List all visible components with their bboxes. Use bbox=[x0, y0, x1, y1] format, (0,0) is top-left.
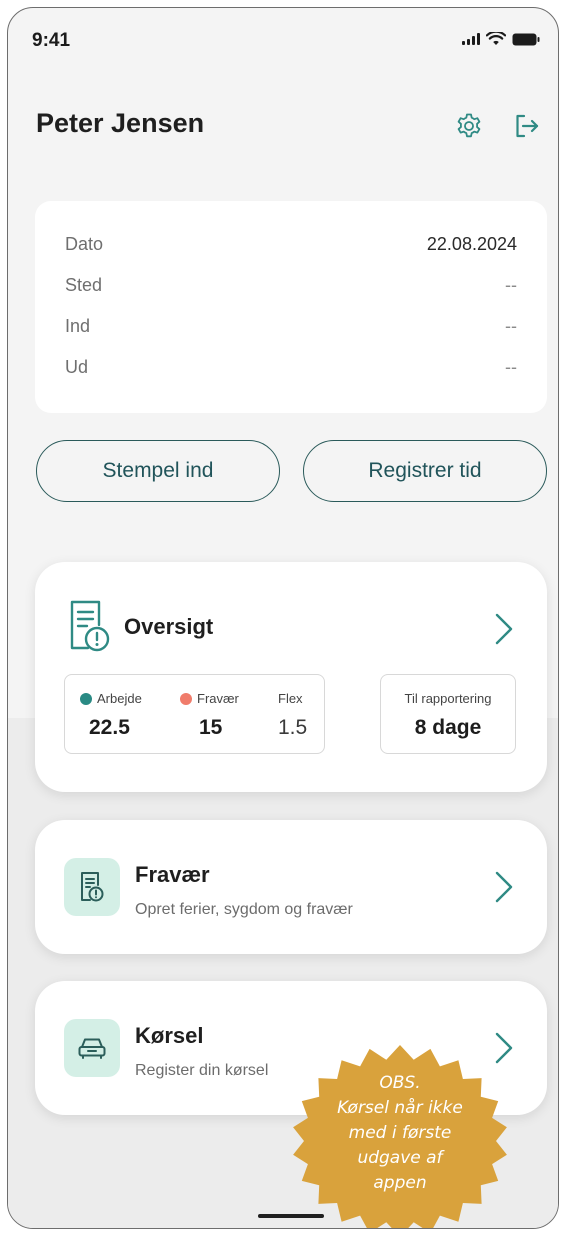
info-row-in: Ind -- bbox=[65, 316, 517, 337]
work-label-text: Arbejde bbox=[97, 691, 142, 706]
flex-label: Flex bbox=[278, 691, 303, 706]
document-alert-icon bbox=[81, 872, 104, 902]
notice-line: Kørsel når ikke bbox=[337, 1098, 463, 1118]
absence-title: Fravær bbox=[135, 862, 210, 887]
reporting-label: Til rapportering bbox=[404, 691, 492, 706]
driving-subtitle: Register din kørsel bbox=[135, 1062, 269, 1079]
status-bar: 9:41 bbox=[8, 8, 558, 68]
clock-in-button[interactable]: Stempel ind bbox=[36, 440, 280, 502]
gear-icon[interactable] bbox=[455, 112, 483, 140]
info-label: Ud bbox=[65, 357, 89, 377]
overview-card[interactable]: Oversigt Arbejde 22.5 Fravær 15 Flex 1.5… bbox=[35, 562, 547, 792]
phone-frame: 9:41 Peter Jensen Dato 22.08.2024 Sted -… bbox=[7, 7, 559, 1229]
notice-line: udgave af bbox=[357, 1148, 443, 1168]
info-row-date: Dato 22.08.2024 bbox=[65, 234, 517, 255]
absence-value: 15 bbox=[199, 716, 223, 739]
logout-icon[interactable] bbox=[513, 112, 541, 140]
battery-icon bbox=[512, 33, 540, 45]
wifi-icon bbox=[486, 32, 506, 45]
info-value: 22.08.2024 bbox=[426, 234, 517, 254]
info-value: -- bbox=[505, 275, 517, 295]
info-label: Sted bbox=[65, 275, 103, 295]
time-info-card: Dato 22.08.2024 Sted -- Ind -- Ud -- bbox=[35, 201, 547, 413]
car-icon bbox=[78, 1038, 106, 1059]
notice-line: appen bbox=[373, 1173, 427, 1193]
absence-label: Fravær bbox=[180, 691, 239, 706]
status-icons bbox=[462, 32, 540, 46]
info-label: Dato bbox=[65, 234, 104, 254]
absence-label-text: Fravær bbox=[197, 691, 239, 706]
hours-summary-box: Arbejde 22.5 Fravær 15 Flex 1.5 bbox=[64, 674, 325, 754]
user-name: Peter Jensen bbox=[36, 108, 205, 138]
driving-icon-tile bbox=[64, 1019, 120, 1077]
reporting-box: Til rapportering 8 dage bbox=[380, 674, 516, 754]
notice-line: med i første bbox=[348, 1123, 452, 1143]
work-value: 22.5 bbox=[89, 716, 130, 739]
absence-card[interactable]: Fravær Opret ferier, sygdom og fravær bbox=[35, 820, 547, 954]
register-time-button[interactable]: Registrer tid bbox=[303, 440, 547, 502]
absence-subtitle: Opret ferier, sygdom og fravær bbox=[135, 901, 353, 918]
work-dot bbox=[80, 692, 92, 705]
info-value: -- bbox=[505, 357, 517, 377]
driving-title: Kørsel bbox=[135, 1023, 204, 1048]
status-time: 9:41 bbox=[32, 30, 71, 51]
reporting-value: 8 dage bbox=[414, 716, 482, 739]
signal-icon bbox=[462, 33, 480, 45]
document-alert-icon bbox=[70, 600, 110, 652]
chevron-right-icon[interactable] bbox=[494, 870, 514, 904]
flex-value: 1.5 bbox=[278, 716, 308, 739]
info-row-out: Ud -- bbox=[65, 357, 517, 378]
info-label: Ind bbox=[65, 316, 91, 336]
notice-badge: OBS. Kørsel når ikke med i første udgave… bbox=[291, 1043, 509, 1228]
absence-dot bbox=[180, 692, 192, 705]
info-row-place: Sted -- bbox=[65, 275, 517, 296]
notice-badge-text: OBS. Kørsel når ikke med i første udgave… bbox=[291, 1071, 509, 1196]
work-label: Arbejde bbox=[80, 691, 142, 706]
chevron-right-icon[interactable] bbox=[494, 612, 514, 646]
overview-title: Oversigt bbox=[124, 614, 214, 639]
info-value: -- bbox=[505, 316, 517, 336]
notice-line: OBS. bbox=[379, 1073, 421, 1093]
absence-icon-tile bbox=[64, 858, 120, 916]
